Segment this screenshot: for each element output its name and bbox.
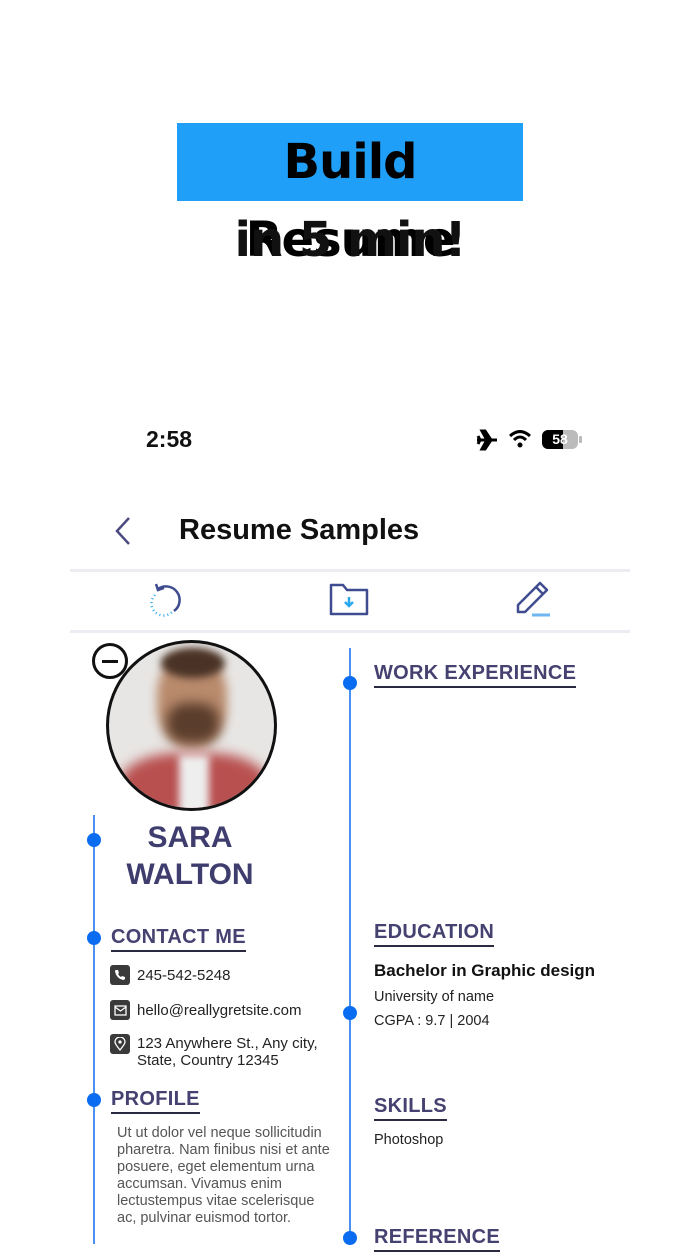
skills-heading: SKILLS xyxy=(374,1095,447,1121)
profile-text: Ut ut dolor vel neque sollicitudin phare… xyxy=(117,1125,330,1226)
timeline-dot xyxy=(343,1231,357,1245)
email-text: hello@reallygretsite.com xyxy=(137,1002,302,1019)
education-gpa: CGPA : 9.7 | 2004 xyxy=(374,1013,490,1029)
education-degree: Bachelor in Graphic design xyxy=(374,961,596,980)
contact-heading: CONTACT ME xyxy=(111,926,246,952)
back-chevron-icon[interactable] xyxy=(112,515,134,547)
last-name: WALTON xyxy=(126,858,254,891)
edit-pencil-icon[interactable] xyxy=(514,580,554,618)
phone-icon xyxy=(110,965,130,985)
page-title: Resume Samples xyxy=(179,514,420,546)
minus-icon xyxy=(102,659,118,663)
work-experience-heading: WORK EXPERIENCE xyxy=(374,662,577,688)
airplane-icon xyxy=(476,429,497,451)
download-folder-icon[interactable] xyxy=(328,581,370,617)
profile-photo[interactable] xyxy=(106,640,277,811)
divider xyxy=(70,569,630,572)
reference-heading: REFERENCE xyxy=(374,1226,501,1252)
timeline-dot xyxy=(87,931,101,945)
remove-photo-button[interactable] xyxy=(92,643,128,679)
timeline-dot xyxy=(87,1093,101,1107)
location-icon xyxy=(110,1034,130,1054)
education-school: University of name xyxy=(374,989,495,1005)
reset-icon[interactable] xyxy=(148,581,184,617)
right-timeline xyxy=(349,648,351,1244)
profile-heading: PROFILE xyxy=(111,1088,200,1114)
divider xyxy=(70,630,630,633)
email-icon xyxy=(110,1000,130,1020)
education-heading: EDUCATION xyxy=(374,921,495,947)
promo-headline: Build Resume xyxy=(177,123,523,268)
timeline-dot xyxy=(343,676,357,690)
battery-level: 58 xyxy=(552,431,568,447)
wifi-icon xyxy=(508,430,532,448)
address-line2: State, Country 12345 xyxy=(137,1052,279,1069)
battery-indicator: 58 xyxy=(542,430,578,449)
address-line1: 123 Anywhere St., Any city, xyxy=(137,1035,318,1052)
first-name: SARA xyxy=(147,821,233,854)
timeline-dot xyxy=(343,1006,357,1020)
promo-subheadline: in 5 min! xyxy=(234,212,467,268)
phone-text: 245-542-5248 xyxy=(137,967,231,984)
status-time: 2:58 xyxy=(146,426,193,452)
skill-item: Photoshop xyxy=(374,1132,444,1148)
battery-cap xyxy=(579,436,582,443)
